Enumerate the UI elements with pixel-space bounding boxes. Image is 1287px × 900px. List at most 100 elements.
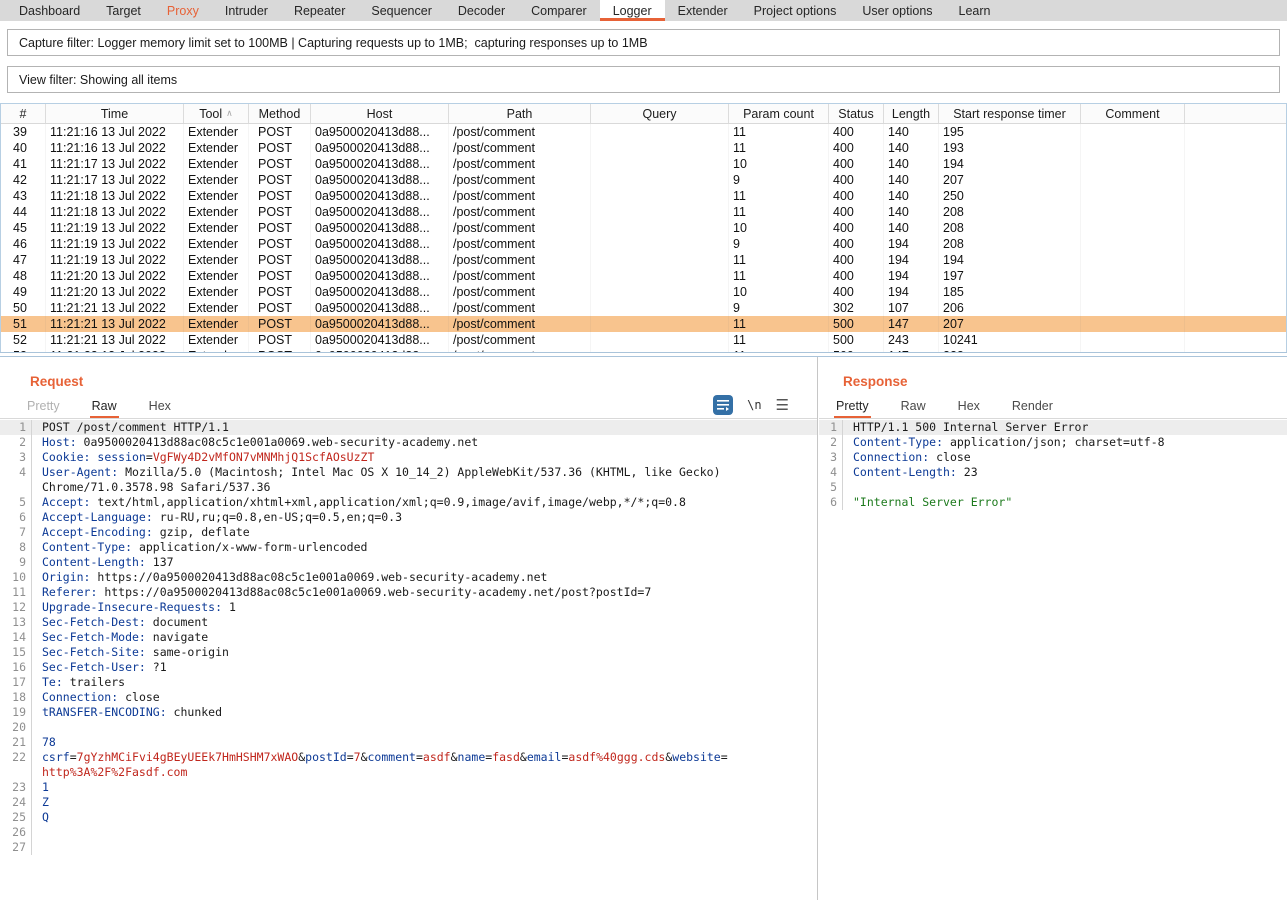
column-header-status[interactable]: Status — [829, 104, 884, 123]
menu-tab-extender[interactable]: Extender — [665, 0, 741, 21]
line-number: 7 — [0, 525, 26, 540]
request-tab-pretty[interactable]: Pretty — [25, 399, 62, 418]
cell-timer: 208 — [939, 204, 1081, 220]
cell-length: 140 — [884, 140, 939, 156]
request-editor[interactable]: 1POST /post/comment HTTP/1.12Host: 0a950… — [0, 420, 817, 900]
cell-status: 400 — [829, 236, 884, 252]
cell-query — [591, 188, 729, 204]
table-row[interactable]: 5211:21:21 13 Jul 2022ExtenderPOST0a9500… — [1, 332, 1286, 348]
table-row[interactable]: 5111:21:21 13 Jul 2022ExtenderPOST0a9500… — [1, 316, 1286, 332]
code-text: 78 — [31, 735, 817, 750]
cell-tool: Extender — [184, 140, 249, 156]
line-number: 3 — [819, 450, 837, 465]
code-line: 231 — [0, 780, 817, 795]
response-tab-render[interactable]: Render — [1010, 399, 1055, 418]
cell-num: 48 — [1, 268, 46, 284]
request-tabs: Pretty Raw Hex — [0, 399, 817, 419]
code-text — [31, 825, 817, 840]
cell-status: 400 — [829, 124, 884, 140]
table-header-row: #TimeTool∧MethodHost Path QueryParam count… — [1, 104, 1286, 124]
request-tab-raw[interactable]: Raw — [90, 399, 119, 418]
column-header-path[interactable]: Path — [449, 104, 591, 123]
cell-path: /post/comment — [449, 236, 591, 252]
cell-host: 0a9500020413d88... — [311, 236, 449, 252]
newline-icon[interactable]: \n — [747, 398, 761, 412]
menu-tab-target[interactable]: Target — [93, 0, 154, 21]
column-header-num[interactable]: # — [1, 104, 46, 123]
table-row[interactable]: 4711:21:19 13 Jul 2022ExtenderPOST0a9500… — [1, 252, 1286, 268]
code-text: http%3A%2F%2Fasdf.com — [31, 765, 817, 780]
menu-tab-comparer[interactable]: Comparer — [518, 0, 600, 21]
capture-filter-bar[interactable]: Capture filter: Logger memory limit set … — [7, 29, 1280, 56]
code-text: Z — [31, 795, 817, 810]
cell-num: 43 — [1, 188, 46, 204]
code-text: Sec-Fetch-Site: same-origin — [31, 645, 817, 660]
cell-path: /post/comment — [449, 204, 591, 220]
table-row[interactable]: 4311:21:18 13 Jul 2022ExtenderPOST0a9500… — [1, 188, 1286, 204]
line-number: 17 — [0, 675, 26, 690]
table-row[interactable]: 4411:21:18 13 Jul 2022ExtenderPOST0a9500… — [1, 204, 1286, 220]
menu-icon[interactable]: ☰ — [776, 396, 789, 414]
menu-tab-logger[interactable]: Logger — [600, 0, 665, 21]
table-row[interactable]: 4611:21:19 13 Jul 2022ExtenderPOST0a9500… — [1, 236, 1286, 252]
cell-length: 107 — [884, 300, 939, 316]
response-tab-hex[interactable]: Hex — [956, 399, 982, 418]
cell-num: 51 — [1, 316, 46, 332]
menu-tab-user-options[interactable]: User options — [849, 0, 945, 21]
cell-tool: Extender — [184, 172, 249, 188]
cell-tool: Extender — [184, 156, 249, 172]
column-header-length[interactable]: Length — [884, 104, 939, 123]
cell-comment — [1081, 124, 1185, 140]
column-header-method[interactable]: Method — [249, 104, 311, 123]
cell-status: 400 — [829, 252, 884, 268]
cell-timer: 206 — [939, 300, 1081, 316]
table-row[interactable]: 3911:21:16 13 Jul 2022ExtenderPOST0a9500… — [1, 124, 1286, 140]
cell-param_count: 10 — [729, 156, 829, 172]
code-text: "Internal Server Error" — [842, 495, 1287, 510]
table-row[interactable]: 4111:21:17 13 Jul 2022ExtenderPOST0a9500… — [1, 156, 1286, 172]
code-line: Chrome/71.0.3578.98 Safari/537.36 — [0, 480, 817, 495]
code-line: 5 — [819, 480, 1287, 495]
line-number: 2 — [819, 435, 837, 450]
column-header-comment[interactable]: Comment — [1081, 104, 1185, 123]
menu-tab-proxy[interactable]: Proxy — [154, 0, 212, 21]
response-tab-raw[interactable]: Raw — [899, 399, 928, 418]
menu-tab-sequencer[interactable]: Sequencer — [358, 0, 444, 21]
table-row[interactable]: 4811:21:20 13 Jul 2022ExtenderPOST0a9500… — [1, 268, 1286, 284]
menu-tab-decoder[interactable]: Decoder — [445, 0, 518, 21]
menu-tab-dashboard[interactable]: Dashboard — [6, 0, 93, 21]
column-header-host[interactable]: Host — [311, 104, 449, 123]
table-row[interactable]: 4511:21:19 13 Jul 2022ExtenderPOST0a9500… — [1, 220, 1286, 236]
cell-status: 302 — [829, 300, 884, 316]
view-filter-bar[interactable]: View filter: Showing all items — [7, 66, 1280, 93]
table-row[interactable]: 4011:21:16 13 Jul 2022ExtenderPOST0a9500… — [1, 140, 1286, 156]
table-row[interactable]: 4911:21:20 13 Jul 2022ExtenderPOST0a9500… — [1, 284, 1286, 300]
response-tab-pretty[interactable]: Pretty — [834, 399, 871, 418]
cell-host: 0a9500020413d88... — [311, 252, 449, 268]
column-header-tool[interactable]: Tool∧ — [184, 104, 249, 123]
column-header-query[interactable]: Query — [591, 104, 729, 123]
column-header-timer[interactable]: Start response timer — [939, 104, 1081, 123]
cell-host: 0a9500020413d88... — [311, 220, 449, 236]
cell-timer: 194 — [939, 252, 1081, 268]
cell-length: 140 — [884, 204, 939, 220]
column-header-time[interactable]: Time — [46, 104, 184, 123]
table-row[interactable]: 5011:21:21 13 Jul 2022ExtenderPOST0a9500… — [1, 300, 1286, 316]
line-number: 6 — [819, 495, 837, 510]
code-text — [842, 480, 1287, 495]
cell-path: /post/comment — [449, 316, 591, 332]
line-number: 4 — [0, 465, 26, 480]
wrap-toggle-icon[interactable] — [713, 395, 733, 415]
column-header-param_count[interactable]: Param count — [729, 104, 829, 123]
table-row[interactable]: 4211:21:17 13 Jul 2022ExtenderPOST0a9500… — [1, 172, 1286, 188]
request-tab-hex[interactable]: Hex — [147, 399, 173, 418]
code-text: Referer: https://0a9500020413d88ac08c5c1… — [31, 585, 817, 600]
column-header-label: Path — [507, 107, 533, 121]
menu-tab-learn[interactable]: Learn — [946, 0, 1004, 21]
code-line: http%3A%2F%2Fasdf.com — [0, 765, 817, 780]
response-viewer[interactable]: 1HTTP/1.1 500 Internal Server Error2Cont… — [819, 420, 1287, 900]
cell-time: 11:21:17 13 Jul 2022 — [46, 172, 184, 188]
menu-tab-project-options[interactable]: Project options — [741, 0, 850, 21]
menu-tab-repeater[interactable]: Repeater — [281, 0, 358, 21]
menu-tab-intruder[interactable]: Intruder — [212, 0, 281, 21]
